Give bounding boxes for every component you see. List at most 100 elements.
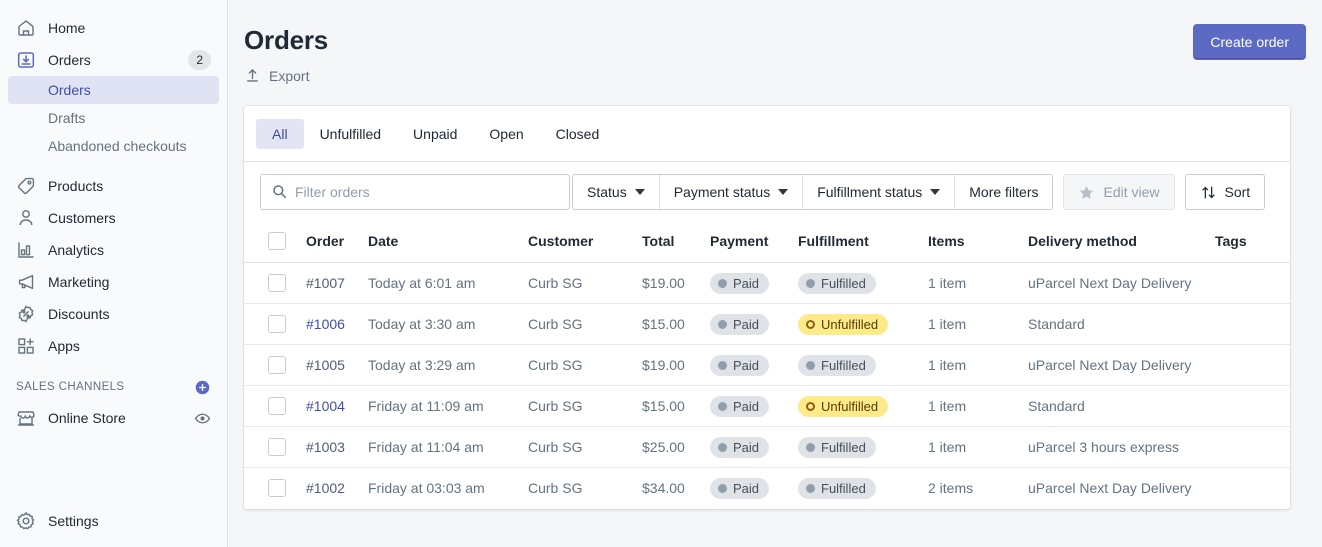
orders-card: All Unfulfilled Unpaid Open Closed Filte… (244, 106, 1290, 509)
order-number-cell[interactable]: #1003 (306, 426, 368, 468)
column-header-delivery-method[interactable]: Delivery method (1028, 222, 1215, 263)
order-number-cell[interactable]: #1002 (306, 468, 368, 509)
sidebar-item-analytics[interactable]: Analytics (8, 234, 219, 266)
page-title: Orders (244, 25, 329, 55)
sidebar-item-products[interactable]: Products (8, 170, 219, 202)
row-checkbox[interactable] (268, 438, 286, 456)
table-row[interactable]: #1003 Friday at 11:04 am Curb SG $25.00 Paid… (244, 426, 1290, 468)
sort-button[interactable]: Sort (1184, 174, 1266, 210)
order-number-cell[interactable]: #1007 (306, 262, 368, 304)
plus-circle-icon[interactable] (194, 379, 211, 396)
fulfillment-status-cell: Fulfilled (798, 344, 928, 386)
orders-count-badge: 2 (188, 50, 211, 70)
tab-open[interactable]: Open (473, 119, 539, 149)
status-filter-dropdown[interactable]: Status (573, 175, 660, 209)
table-row[interactable]: #1007 Today at 6:01 am Curb SG $19.00 Paid Fu… (244, 262, 1290, 304)
column-header-fulfillment[interactable]: Fulfillment (798, 222, 928, 263)
fulfillment-status-cell: Unfulfilled (798, 385, 928, 427)
column-header-total[interactable]: Total (642, 222, 710, 263)
total-cell: $25.00 (642, 426, 710, 468)
tab-all[interactable]: All (256, 118, 304, 149)
table-row[interactable]: #1006 Today at 3:30 am Curb SG $15.00 Paid Un… (244, 303, 1290, 345)
items-count-cell: 1 item (928, 426, 1028, 468)
sidebar-item-discounts[interactable]: Discounts (8, 298, 219, 330)
sidebar-item-settings[interactable]: Settings (8, 505, 219, 537)
edit-view-button[interactable]: Edit view (1063, 174, 1175, 210)
gear-icon (16, 511, 36, 531)
column-header-items[interactable]: Items (928, 222, 1028, 263)
order-link[interactable]: #1006 (306, 316, 345, 332)
order-number-cell[interactable]: #1005 (306, 344, 368, 386)
sidebar-subitem-label: Abandoned checkouts (48, 138, 187, 154)
orders-table-body: #1007 Today at 6:01 am Curb SG $19.00 Paid Fu… (244, 262, 1290, 509)
status-ring-icon (806, 319, 815, 329)
status-dot-icon (718, 278, 727, 288)
create-order-button[interactable]: Create order (1193, 24, 1306, 60)
export-icon (244, 67, 261, 84)
sidebar-item-online-store[interactable]: Online Store (8, 402, 219, 434)
sidebar-item-label: Apps (48, 338, 80, 354)
fulfillment-status-cell: Unfulfilled (798, 303, 928, 345)
order-link[interactable]: #1003 (306, 439, 345, 455)
sidebar-subitem-drafts[interactable]: Drafts (8, 104, 219, 132)
orders-table-head: Order Date Customer Total Payment Fulfil… (244, 222, 1290, 263)
order-date-cell: Friday at 03:03 am (368, 480, 485, 497)
tab-closed[interactable]: Closed (540, 119, 616, 149)
payment-status-filter-dropdown[interactable]: Payment status (659, 175, 804, 209)
status-dot-icon (718, 319, 727, 329)
order-number-cell[interactable]: #1006 (306, 303, 368, 345)
tab-unpaid[interactable]: Unpaid (397, 119, 473, 149)
payment-status-badge-label: Paid (733, 398, 760, 414)
row-select-cell (244, 344, 306, 386)
more-filters-button[interactable]: More filters (955, 175, 1053, 209)
edit-view-label: Edit view (1103, 184, 1160, 200)
table-row[interactable]: #1005 Today at 3:29 am Curb SG $19.00 Paid Fu… (244, 344, 1290, 386)
order-link[interactable]: #1005 (306, 357, 345, 373)
tag-icon (16, 176, 36, 196)
tags-cell (1215, 468, 1290, 509)
table-row[interactable]: #1004 Friday at 11:09 am Curb SG $15.00 Paid… (244, 385, 1290, 427)
home-icon (16, 18, 36, 38)
column-header-customer[interactable]: Customer (528, 222, 642, 263)
sidebar-footer: Settings (0, 505, 227, 547)
select-all-checkbox[interactable] (268, 232, 286, 250)
status-dot-icon (806, 483, 815, 493)
bar-chart-icon (16, 240, 36, 260)
eye-icon[interactable] (194, 410, 211, 427)
sidebar-subitem-abandoned-checkouts[interactable]: Abandoned checkouts (8, 132, 219, 160)
apps-icon (16, 336, 36, 356)
row-select-cell (244, 468, 306, 509)
sidebar-item-marketing[interactable]: Marketing (8, 266, 219, 298)
sidebar-item-customers[interactable]: Customers (8, 202, 219, 234)
sidebar-item-home[interactable]: Home (8, 12, 219, 44)
search-input[interactable] (260, 174, 570, 210)
order-link[interactable]: #1002 (306, 480, 345, 496)
sidebar: Home Orders 2 Orders Drafts Abandoned ch… (0, 0, 228, 547)
fulfillment-status-badge: Unfulfilled (798, 395, 889, 417)
export-button[interactable]: Export (244, 67, 309, 84)
order-link[interactable]: #1007 (306, 275, 345, 291)
row-checkbox[interactable] (268, 397, 286, 415)
status-dot-icon (718, 442, 727, 452)
sidebar-item-apps[interactable]: Apps (8, 330, 219, 362)
export-label: Export (269, 67, 310, 84)
column-header-date[interactable]: Date (368, 222, 528, 263)
row-checkbox[interactable] (268, 479, 286, 498)
row-checkbox[interactable] (268, 274, 286, 292)
sidebar-item-label: Products (48, 178, 104, 194)
fulfillment-status-filter-dropdown[interactable]: Fulfillment status (803, 175, 956, 209)
column-header-payment[interactable]: Payment (710, 222, 798, 263)
column-header-order[interactable]: Order (306, 222, 368, 263)
row-checkbox[interactable] (268, 315, 286, 333)
tab-unfulfilled[interactable]: Unfulfilled (304, 119, 397, 149)
sidebar-item-orders[interactable]: Orders 2 (8, 44, 219, 76)
order-link[interactable]: #1004 (306, 398, 345, 414)
column-header-tags[interactable]: Tags (1215, 222, 1290, 263)
sidebar-item-label: Settings (48, 513, 99, 529)
status-dot-icon (718, 360, 727, 370)
row-checkbox[interactable] (268, 356, 286, 374)
sidebar-subitem-orders[interactable]: Orders (8, 76, 219, 104)
table-row[interactable]: #1002 Friday at 03:03 am Curb SG $34.00 Paid… (244, 468, 1290, 509)
order-number-cell[interactable]: #1004 (306, 385, 368, 427)
fulfillment-status-badge-label: Unfulfilled (821, 398, 879, 414)
